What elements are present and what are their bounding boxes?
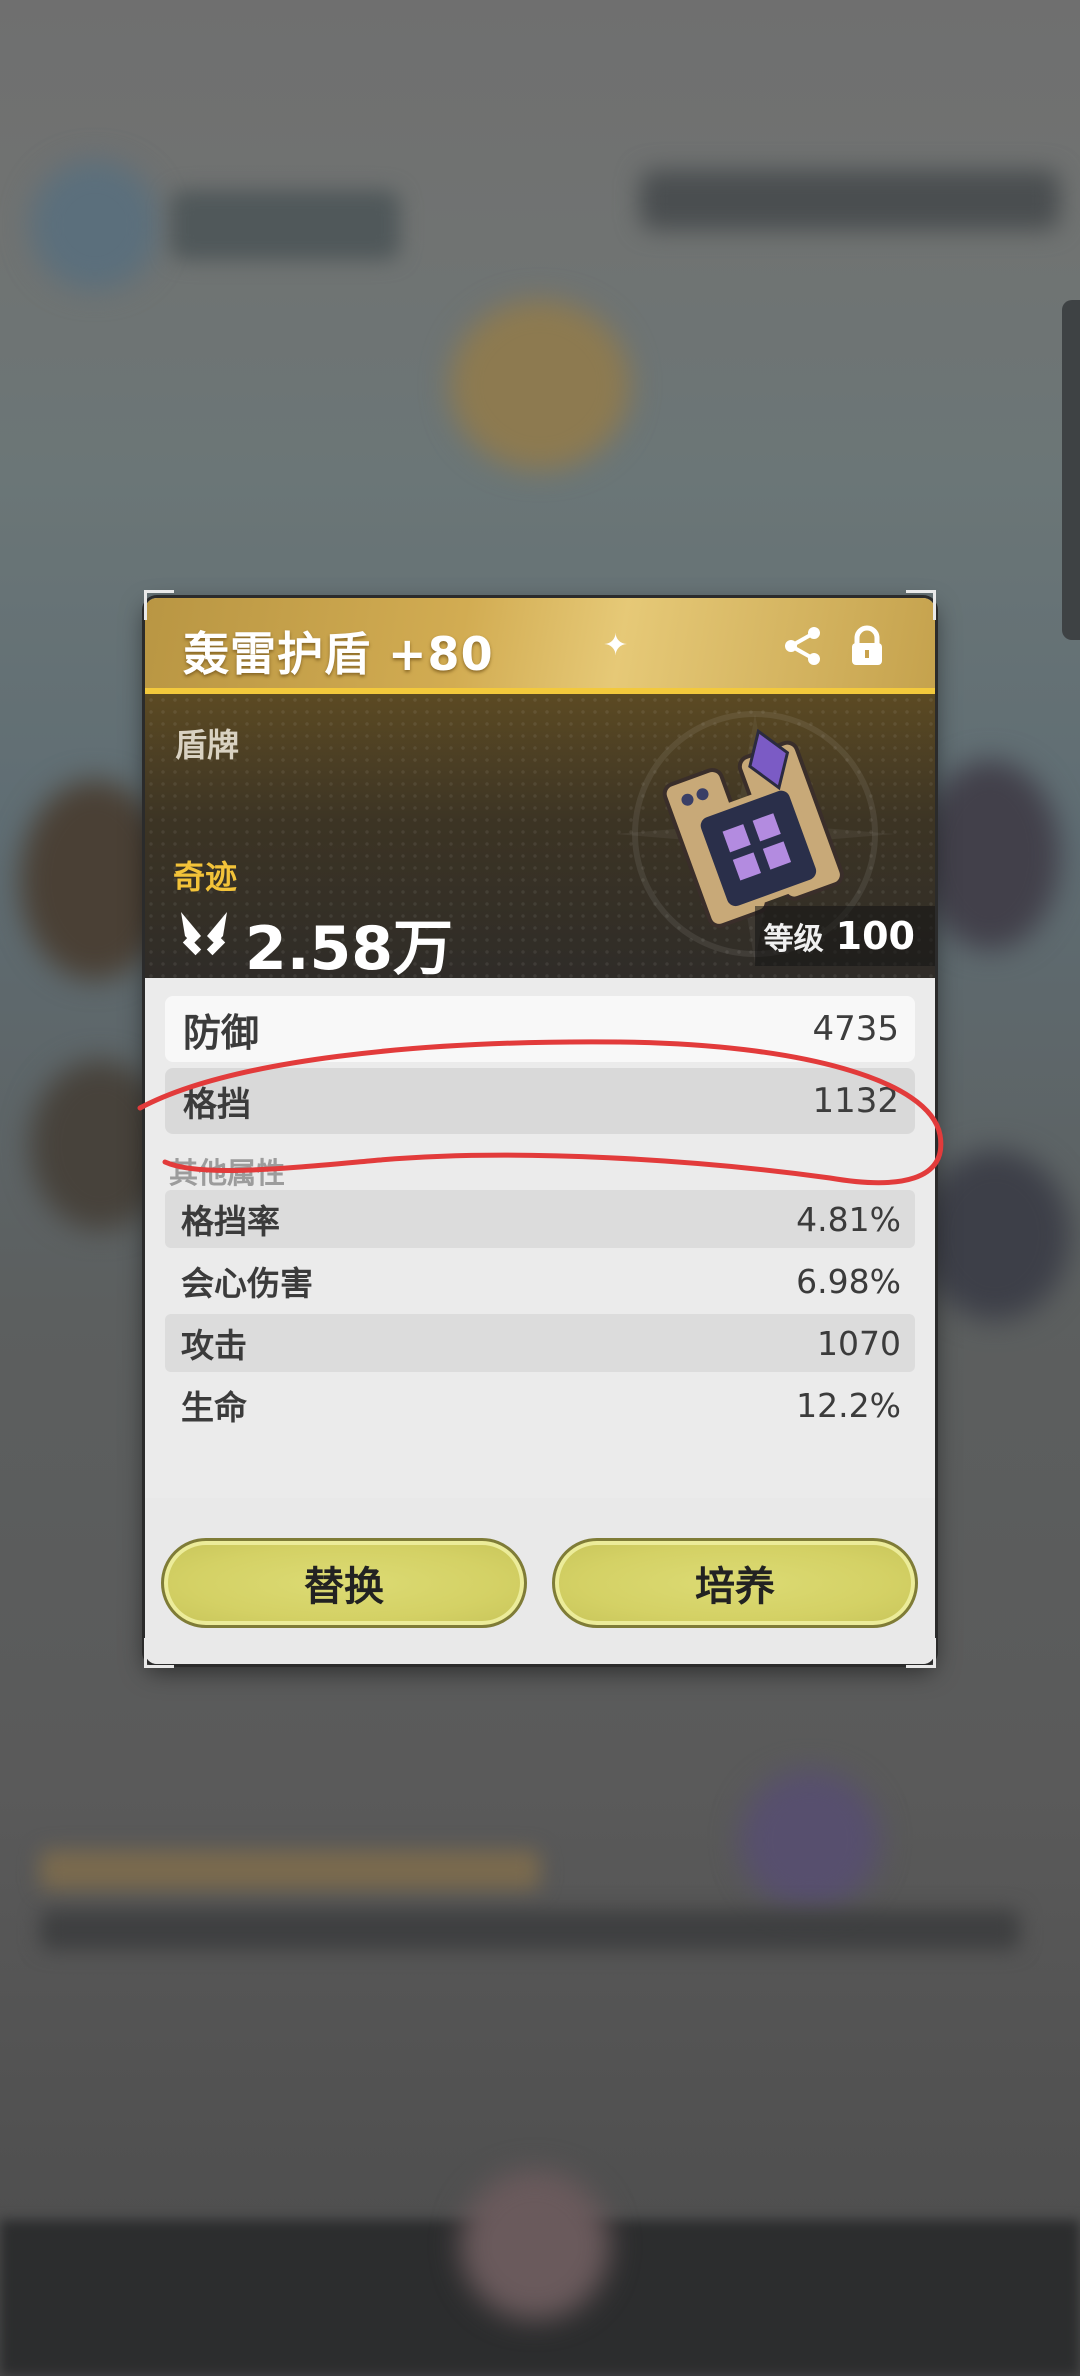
card-corner-bottom-left (144, 1638, 174, 1668)
stat-value: 12.2% (796, 1385, 901, 1425)
stat-value: 4.81% (796, 1199, 901, 1239)
card-corner-top-left (144, 590, 174, 620)
lock-button[interactable] (845, 624, 889, 668)
background-character-right-2 (920, 1150, 1070, 1320)
replace-button[interactable]: 替换 (161, 1538, 527, 1628)
background-side-tab (1062, 300, 1080, 640)
equipment-title: 轰雷护盾 +80 (183, 627, 494, 681)
background-info-bar (40, 1910, 1020, 1950)
background-top-right-info (640, 170, 1060, 230)
level-value: 100 (835, 914, 915, 958)
card-corner-top-right (906, 590, 936, 620)
stat-value: 1070 (817, 1323, 901, 1363)
sub-stat-row: 攻击 1070 (165, 1314, 915, 1372)
background-bottom-avatar (460, 2170, 610, 2320)
background-avatar (30, 160, 160, 290)
background-trophy (450, 300, 630, 470)
equipment-detail-card: 轰雷护盾 +80 ✦ 盾牌 奇迹 2.58万 等级 100 防御 4735 格挡… (145, 598, 935, 1664)
stat-name: 攻击 (181, 1326, 247, 1365)
other-attributes-title: 其他属性 (169, 1156, 286, 1190)
stat-name: 格挡 (183, 1084, 251, 1125)
stat-value: 1132 (812, 1081, 899, 1121)
sparkle-icon: ✦ (603, 628, 629, 663)
card-corner-bottom-right (906, 1638, 936, 1668)
main-stat-row: 格挡 1132 (165, 1068, 915, 1134)
sub-stat-row: 生命 12.2% (165, 1376, 915, 1434)
stat-name: 会心伤害 (181, 1264, 313, 1303)
card-header: 轰雷护盾 +80 ✦ (145, 598, 935, 694)
stat-value: 4735 (812, 1009, 899, 1049)
background-progress-bar (40, 1850, 540, 1890)
screen: 轰雷护盾 +80 ✦ 盾牌 奇迹 2.58万 等级 100 防御 4735 格挡… (0, 0, 1080, 2376)
stat-name: 格挡率 (181, 1202, 280, 1241)
power-value: 2.58万 (245, 914, 454, 984)
background-character-right (920, 760, 1060, 950)
equipment-rarity: 奇迹 (173, 858, 238, 896)
stat-name: 生命 (181, 1388, 247, 1427)
level-box: 等级 100 (755, 906, 935, 966)
equipment-category: 盾牌 (175, 726, 240, 764)
background-player-name (170, 190, 400, 260)
stats-panel: 防御 4735 格挡 1132 其他属性 格挡率 4.81% 会心伤害 6.98… (165, 996, 915, 1438)
sub-stat-row: 会心伤害 6.98% (165, 1252, 915, 1310)
cultivate-button[interactable]: 培养 (552, 1538, 918, 1628)
main-stat-row: 防御 4735 (165, 996, 915, 1062)
crossed-weapons-icon (181, 912, 227, 956)
sub-stat-row: 格挡率 4.81% (165, 1190, 915, 1248)
stat-value: 6.98% (796, 1261, 901, 1301)
share-button[interactable] (781, 624, 825, 668)
level-label: 等级 (763, 922, 824, 957)
stat-name: 防御 (183, 1010, 260, 1055)
share-icon (785, 627, 820, 665)
lock-icon (852, 625, 882, 665)
card-hero: 盾牌 奇迹 2.58万 等级 100 (145, 694, 935, 984)
background-item-icon (740, 1770, 880, 1910)
